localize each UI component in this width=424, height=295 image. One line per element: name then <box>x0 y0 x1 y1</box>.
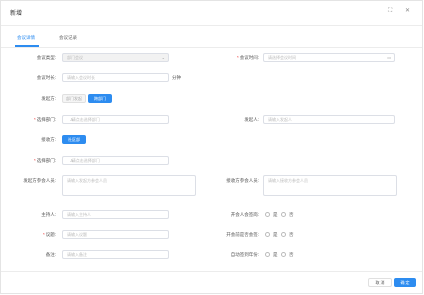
select-dept2-input[interactable]: ♙ 请点击选择部门 <box>62 156 169 165</box>
dialog-footer: 取 消 确 定 <box>1 271 422 293</box>
chevron-down-icon: ⌄ <box>161 55 165 60</box>
need-summary-no-radio[interactable] <box>281 232 286 237</box>
need-summary-label: 开会前是否会签: <box>226 232 259 237</box>
initiator-participants-label: 发起方参会人员: <box>23 178 56 183</box>
meeting-type-select[interactable]: 部门会议 ⌄ <box>62 53 169 62</box>
select-dept-placeholder: 请点击选择部门 <box>71 117 100 122</box>
meeting-time-picker[interactable]: 请选择会议时间 ▭ <box>263 53 395 62</box>
dialog-title: 新增 <box>10 11 23 17</box>
initiator-person-label: 发起人: <box>244 117 259 122</box>
meeting-type-value: 部门会议 <box>67 55 83 60</box>
meeting-time-placeholder: 请选择会议时间 <box>268 55 296 60</box>
select-dept-input[interactable]: ♙ 请点击选择部门 <box>62 115 169 124</box>
presenter-input[interactable]: 请输入主持人 <box>62 210 169 219</box>
receiver-label: 接收方: <box>41 137 56 142</box>
need-approval-yes-radio[interactable] <box>265 212 270 217</box>
need-summary-no-label: 否 <box>289 232 294 237</box>
meeting-duration-label: 会议时长: <box>36 75 56 80</box>
user-icon: ♙ <box>70 117 74 122</box>
auto-sign-yes-label: 是 <box>273 252 278 257</box>
close-icon[interactable]: ✕ <box>405 7 410 15</box>
meeting-duration-input[interactable]: 请输入会议时长 <box>62 73 169 82</box>
auto-sign-no-radio[interactable] <box>281 252 286 257</box>
receiver-button[interactable]: 社区部 <box>62 135 86 144</box>
auto-sign-no-label: 否 <box>289 252 294 257</box>
initiator-option-dept[interactable]: 部门发起 <box>62 94 86 103</box>
select-dept2-placeholder: 请点击选择部门 <box>71 158 100 163</box>
subject-label: *议题: <box>42 232 56 237</box>
remarks-label: 备注: <box>45 252 56 257</box>
cancel-button[interactable]: 取 消 <box>368 278 392 287</box>
auto-sign-yes-radio[interactable] <box>265 252 270 257</box>
expand-icon[interactable]: ⛶ <box>388 7 392 15</box>
tab-meeting-record[interactable]: 会议记录 <box>59 35 77 41</box>
need-approval-no-radio[interactable] <box>281 212 286 217</box>
initiator-label: 发起方: <box>41 96 56 101</box>
calendar-icon: ▭ <box>387 55 391 60</box>
meeting-type-label: 会议类型: <box>36 55 56 60</box>
duration-unit: 分钟 <box>172 75 181 80</box>
confirm-button[interactable]: 确 定 <box>394 278 416 287</box>
presenter-label: 主持人: <box>41 212 56 217</box>
initiator-option-cross[interactable]: 跨部门 <box>88 94 112 103</box>
remarks-input[interactable]: 请输入备注 <box>62 250 169 259</box>
initiator-participants-textarea[interactable]: 请输入发起方参会人员 <box>62 175 196 196</box>
tab-active-indicator <box>15 45 39 47</box>
initiator-person-input[interactable]: 请输入发起人 <box>263 115 395 124</box>
select-dept2-label: *选择部门: <box>33 158 56 163</box>
tab-meeting-detail[interactable]: 会议详情 <box>17 35 35 41</box>
subject-input[interactable]: 请输入议题 <box>62 230 169 239</box>
user-icon: ♙ <box>70 158 74 163</box>
auto-sign-label: 自动签到年份: <box>230 252 259 257</box>
receiver-participants-label: 接收方参会人员: <box>226 178 259 183</box>
receiver-participants-textarea[interactable]: 请输入接收方参会人员 <box>263 175 397 196</box>
select-dept-label: *选择部门: <box>33 117 56 122</box>
meeting-time-label: *会议时间: <box>236 55 259 60</box>
need-approval-no-label: 否 <box>289 212 294 217</box>
need-approval-label: 开会人会签岗: <box>230 212 259 217</box>
dialog-header: 新增 ⛶ ✕ <box>1 1 422 26</box>
tab-bar: 会议详情 会议记录 <box>1 32 422 48</box>
need-approval-yes-label: 是 <box>273 212 278 217</box>
new-meeting-dialog: 新增 ⛶ ✕ 会议详情 会议记录 会议类型: 部门会议 ⌄ *会议时间: 请选择… <box>0 0 423 294</box>
need-summary-yes-label: 是 <box>273 232 278 237</box>
need-summary-yes-radio[interactable] <box>265 232 270 237</box>
